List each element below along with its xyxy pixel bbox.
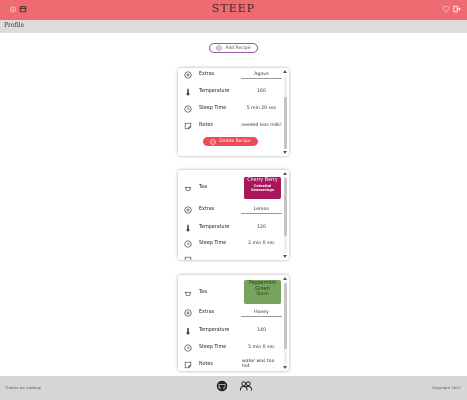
- scroll-thumb[interactable]: [284, 178, 287, 236]
- notes-row: Notes water was too hot: [184, 358, 282, 371]
- temperature-row: Temperature 120: [184, 221, 282, 235]
- thermometer-icon: [186, 88, 190, 96]
- extras-label: Extras: [199, 72, 215, 77]
- temperature-value[interactable]: 120: [241, 225, 282, 230]
- steep-time-value[interactable]: 5 min 0 sec: [241, 345, 282, 350]
- temperature-label: Temperature: [199, 225, 230, 230]
- logout-icon[interactable]: [453, 5, 461, 13]
- temperature-row: Temperature 160: [184, 85, 282, 99]
- recipe-card[interactable]: Tea Peppermint Green Stash Extras Honey …: [178, 275, 289, 371]
- page-title: Profile: [4, 22, 24, 29]
- notes-value[interactable]: needed less milk!: [241, 123, 282, 128]
- scroll-down-arrow[interactable]: [283, 366, 287, 369]
- heart-icon[interactable]: [442, 5, 450, 13]
- scroll-up-arrow[interactable]: [283, 70, 287, 73]
- steep-time-label: Steep Time: [199, 106, 227, 111]
- page-header: Profile: [0, 20, 467, 33]
- add-recipe-label: Add Recipe: [225, 45, 251, 51]
- extras-value[interactable]: Lemon: [241, 207, 282, 215]
- clock-icon: [184, 344, 192, 352]
- footer: Thanks for visiting! Copyright 2021: [0, 376, 467, 400]
- steep-time-label: Steep Time: [199, 345, 227, 350]
- steep-time-row: Steep Time 5 min 0 sec: [184, 341, 282, 355]
- extras-row: Extras Agave: [184, 68, 282, 82]
- notes-value[interactable]: water was too hot: [242, 359, 276, 370]
- teapot-icon: [184, 186, 192, 192]
- tea-brand: Stash: [256, 292, 269, 297]
- scrollbar[interactable]: [283, 172, 287, 258]
- plus-circle-icon: [184, 309, 192, 317]
- recipe-card[interactable]: Extras Agave Temperature 160 Steep Time …: [178, 68, 289, 156]
- extras-value[interactable]: Agave: [241, 72, 282, 80]
- scroll-up-arrow[interactable]: [283, 277, 287, 280]
- tea-tag[interactable]: Cherry Berry Celestial Seasonings: [244, 177, 281, 199]
- notes-row-cut: [184, 253, 282, 260]
- delete-recipe-button[interactable]: Delete Recipe: [203, 137, 258, 146]
- steep-time-row: Steep Time 5 min 20 sec: [184, 102, 282, 116]
- top-nav-bar: STEEP: [0, 0, 467, 20]
- footer-thanks-text: Thanks for visiting!: [5, 385, 42, 390]
- notes-label: Notes: [199, 362, 213, 367]
- top-right-icons: [442, 5, 461, 13]
- steep-time-value[interactable]: 2 min 0 sec: [241, 241, 282, 246]
- steep-time-label: Steep Time: [199, 241, 227, 246]
- teapot-icon: [184, 291, 192, 297]
- tea-tag[interactable]: Peppermint Green Stash: [244, 280, 281, 304]
- clock-icon: [184, 105, 192, 113]
- plus-circle-icon: [216, 45, 223, 51]
- extras-row: Extras Lemon: [184, 203, 282, 217]
- scroll-down-arrow[interactable]: [283, 151, 287, 154]
- footer-copyright: Copyright 2021: [431, 385, 461, 390]
- scroll-thumb[interactable]: [284, 97, 287, 149]
- scroll-up-arrow[interactable]: [283, 172, 287, 175]
- notes-icon: [184, 122, 192, 130]
- github-icon[interactable]: [216, 380, 228, 392]
- scroll-thumb[interactable]: [284, 283, 287, 349]
- scrollbar[interactable]: [283, 70, 287, 154]
- scroll-down-arrow[interactable]: [283, 255, 287, 258]
- extras-value[interactable]: Honey: [241, 310, 282, 318]
- extras-label: Extras: [199, 207, 215, 212]
- tea-brand: Celestial Seasonings: [250, 184, 275, 193]
- thermometer-icon: [186, 224, 190, 232]
- temperature-label: Temperature: [199, 89, 230, 94]
- notes-row: Notes needed less milk!: [184, 119, 282, 133]
- delete-recipe-label: Delete Recipe: [219, 139, 251, 144]
- temperature-row: Temperature 140: [184, 324, 282, 338]
- temperature-label: Temperature: [199, 328, 230, 333]
- plus-circle-icon: [184, 206, 192, 214]
- extras-label: Extras: [199, 310, 215, 315]
- recipe-card[interactable]: Tea Cherry Berry Celestial Seasonings Ex…: [178, 170, 289, 260]
- clock-icon: [184, 240, 192, 248]
- notes-icon: [184, 256, 192, 260]
- footer-icons: [216, 380, 253, 392]
- minus-circle-icon: [210, 138, 217, 145]
- temperature-value[interactable]: 140: [241, 328, 282, 333]
- tea-label: Tea: [199, 290, 208, 295]
- steep-time-value[interactable]: 5 min 20 sec: [241, 106, 282, 111]
- thermometer-icon: [186, 327, 190, 335]
- tea-row: Tea Cherry Berry Celestial Seasonings: [184, 177, 282, 199]
- notes-label: Notes: [199, 123, 213, 128]
- team-icon[interactable]: [239, 380, 253, 392]
- scrollbar[interactable]: [283, 277, 287, 369]
- extras-row: Extras Honey: [184, 306, 282, 320]
- plus-circle-icon: [184, 71, 192, 79]
- tea-label: Tea: [199, 185, 208, 190]
- notes-icon: [184, 361, 192, 369]
- temperature-value[interactable]: 160: [241, 89, 282, 94]
- tea-row: Tea Peppermint Green Stash: [184, 280, 282, 304]
- add-recipe-button[interactable]: Add Recipe: [209, 43, 258, 53]
- app-logo[interactable]: STEEP: [0, 2, 467, 15]
- steep-time-row: Steep Time 2 min 0 sec: [184, 237, 282, 251]
